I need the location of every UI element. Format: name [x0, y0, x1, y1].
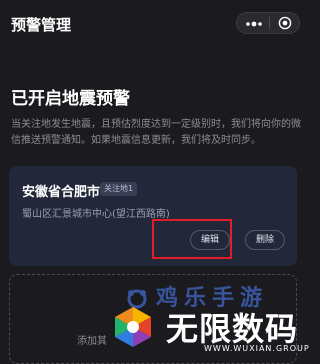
- add-location-label: 添加其: [77, 336, 107, 347]
- mini-program-capsule: [236, 12, 300, 34]
- page-title: 预警管理: [11, 16, 72, 34]
- watermark-logo-icon: [115, 307, 151, 347]
- section-heading: 已开启地震预警: [11, 89, 130, 109]
- watermark-sub-text: WWW.WUXIAN.GROUP: [204, 344, 310, 353]
- section-description: 当关注地发生地震，且预估烈度达到一定级别时，我们将向你的微信推送预警通知。如果地…: [11, 119, 301, 146]
- highlight-box: [152, 219, 232, 259]
- location-title: 安徽省合肥市: [22, 185, 101, 200]
- target-icon[interactable]: [278, 16, 292, 30]
- more-dots-icon[interactable]: [245, 18, 263, 30]
- location-tag: 关注地1: [100, 182, 138, 196]
- location-address: 蜀山区汇景城市中心(望江西路南): [22, 209, 170, 220]
- delete-button[interactable]: 删除: [245, 230, 286, 250]
- capsule-divider: [269, 17, 270, 29]
- navigation-bar: 预警管理: [0, 0, 309, 48]
